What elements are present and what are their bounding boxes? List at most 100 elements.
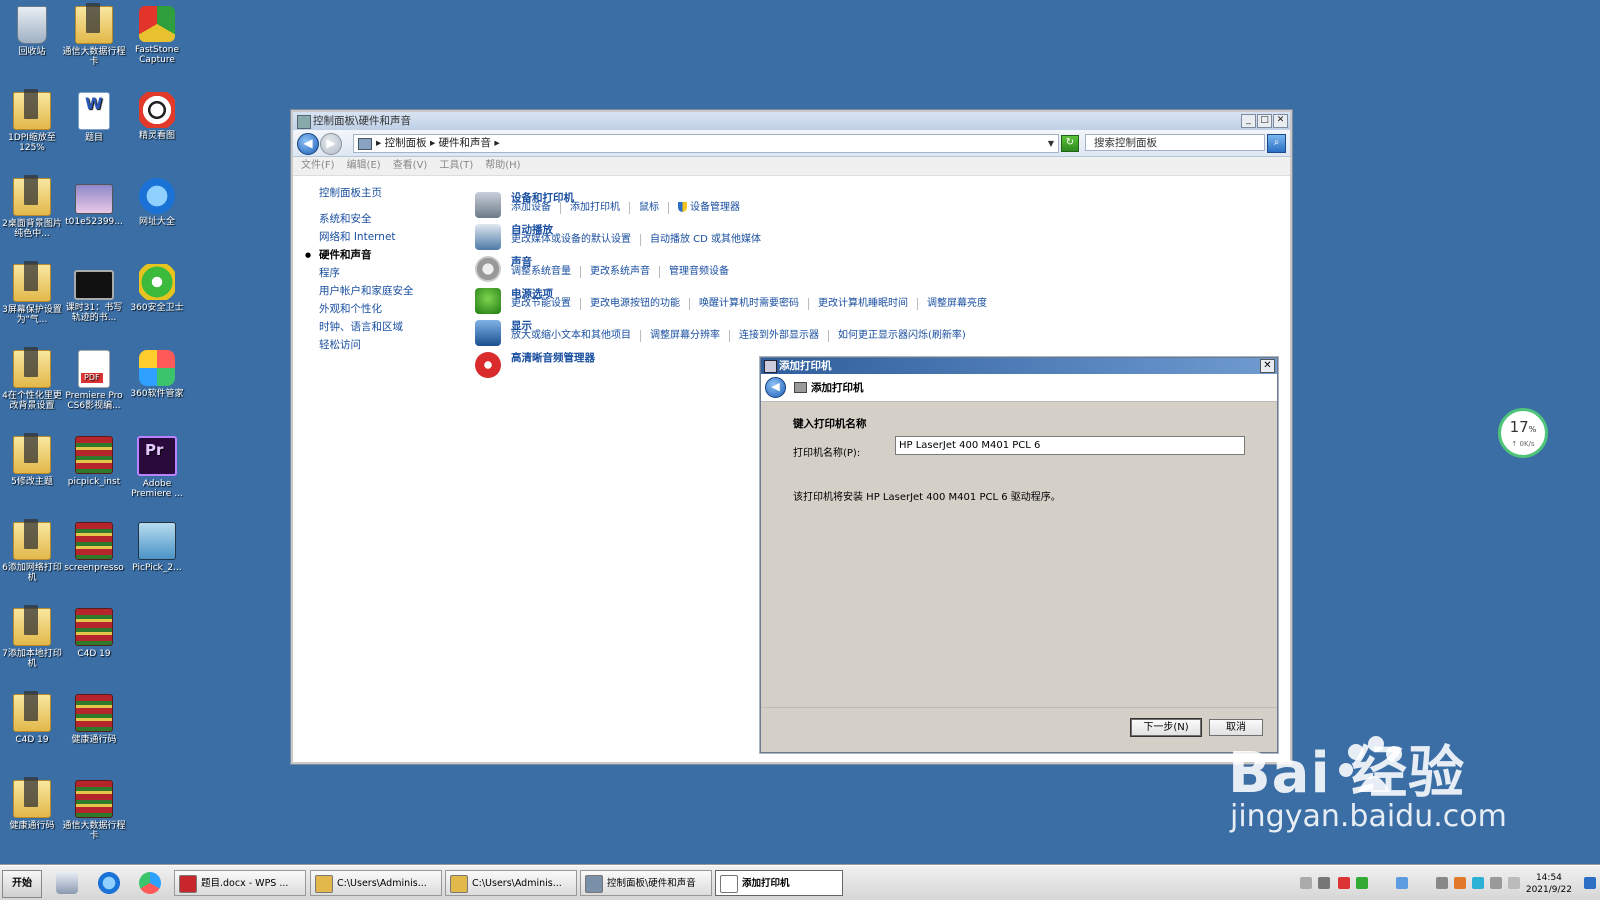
network-speed-widget[interactable]: 17% ↑ 0K/s (1498, 408, 1548, 458)
desktop-icon[interactable]: 3屏幕保护设置为"气... (0, 261, 64, 325)
category-link[interactable]: 更改电源按钮的功能 (590, 298, 690, 310)
desktop-icon[interactable]: 通信大数据行程卡 (62, 3, 126, 67)
next-button[interactable]: 下一步(N) (1130, 718, 1202, 737)
nav-link[interactable]: 外观和个性化 (319, 300, 469, 318)
nav-link[interactable]: 硬件和声音 (305, 246, 469, 264)
desktop-icon[interactable]: 健康通行码 (0, 777, 64, 831)
category-link[interactable]: 管理音频设备 (669, 266, 738, 278)
desktop-icon[interactable]: Adobe Premiere ... (125, 436, 189, 499)
alert-icon[interactable] (1338, 877, 1350, 889)
category-link[interactable]: 添加设备 (511, 202, 561, 214)
desktop-icon[interactable]: 网址大全 (125, 178, 189, 227)
browser-icon[interactable] (139, 872, 161, 894)
nav-link[interactable]: 轻松访问 (319, 336, 469, 354)
desktop-icon[interactable]: C4D 19 (0, 691, 64, 745)
desktop-icon[interactable]: screenpresso (62, 522, 126, 573)
desktop-icon[interactable]: 回收站 (0, 6, 64, 57)
notification-icon[interactable] (1584, 877, 1596, 889)
taskbar-task[interactable]: 添加打印机 (715, 870, 843, 896)
menu-item[interactable]: 帮助(H) (485, 157, 520, 175)
ie-icon[interactable] (98, 872, 120, 894)
power-icon[interactable] (475, 288, 501, 314)
nav-link[interactable]: 控制面板主页 (319, 184, 469, 202)
taskbar-task[interactable]: 控制面板\硬件和声音 (580, 870, 712, 896)
network-icon[interactable] (1472, 877, 1484, 889)
category-link[interactable]: 更改系统声音 (590, 266, 660, 278)
desktop-icon[interactable]: Premiere Pro CS6影视编... (62, 350, 126, 411)
category-link[interactable]: 添加打印机 (570, 202, 630, 214)
hd-audio-icon[interactable] (475, 352, 501, 378)
desktop-icon[interactable]: 7添加本地打印机 (0, 605, 64, 669)
category-link[interactable]: 如何更正显示器闪烁(刷新率) (838, 330, 975, 342)
app-tray-icon[interactable] (1396, 877, 1408, 889)
category-link[interactable]: 连接到外部显示器 (739, 330, 829, 342)
autoplay-icon[interactable] (475, 224, 501, 250)
display-icon[interactable] (475, 320, 501, 346)
category-link[interactable]: 更改节能设置 (511, 298, 581, 310)
help-icon[interactable] (1318, 877, 1330, 889)
refresh-button[interactable]: ↻ (1061, 135, 1079, 152)
category-link[interactable]: 鼠标 (639, 202, 669, 214)
menu-item[interactable]: 工具(T) (439, 157, 473, 175)
window-titlebar[interactable]: 控制面板\硬件和声音 _ □ ✕ (293, 112, 1290, 130)
desktop-icon[interactable]: 课时31：书写轨迹的书... (62, 264, 126, 323)
menu-item[interactable]: 查看(V) (393, 157, 428, 175)
nav-link[interactable]: 系统和安全 (319, 210, 469, 228)
printer-name-input[interactable] (895, 436, 1245, 455)
desktop-icon[interactable]: C4D 19 (62, 608, 126, 659)
maximize-button[interactable]: □ (1257, 114, 1272, 128)
nav-link[interactable]: 用户帐户和家庭安全 (319, 282, 469, 300)
taskbar-task[interactable]: C:\Users\Adminis... (310, 870, 442, 896)
desktop-icon[interactable]: 5修改主题 (0, 433, 64, 487)
security-icon[interactable] (1356, 877, 1368, 889)
desktop-icon[interactable]: PicPick_2... (125, 522, 189, 573)
nav-link[interactable]: 网络和 Internet (319, 228, 469, 246)
keyboard-icon[interactable] (1300, 877, 1312, 889)
minimize-button[interactable]: _ (1241, 114, 1256, 128)
desktop-icon[interactable]: 2桌面背景图片纯色中... (0, 175, 64, 239)
search-button[interactable]: ⌕ (1267, 134, 1286, 153)
start-button[interactable]: 开始 (2, 870, 42, 898)
desktop-icon[interactable]: 6添加网络打印机 (0, 519, 64, 583)
category-link[interactable]: 更改媒体或设备的默认设置 (511, 234, 641, 246)
taskbar-task[interactable]: 题目.docx - WPS ... (174, 870, 306, 896)
dialog-close-button[interactable]: ✕ (1260, 359, 1275, 373)
desktop-icon[interactable]: 360软件管家 (125, 350, 189, 399)
category-link[interactable]: 调整系统音量 (511, 266, 581, 278)
battery-icon[interactable] (1454, 877, 1466, 889)
menu-item[interactable]: 文件(F) (301, 157, 335, 175)
desktop-icon[interactable]: 健康通行码 (62, 694, 126, 745)
close-button[interactable]: ✕ (1273, 114, 1288, 128)
desktop-icon[interactable]: 题目 (62, 92, 126, 143)
category-link[interactable]: 自动播放 CD 或其他媒体 (650, 234, 770, 246)
desktop-icon[interactable]: 4在个性化里更改背景设置 (0, 347, 64, 411)
category-link[interactable]: 唤醒计算机时需要密码 (699, 298, 809, 310)
desktop-icon[interactable]: FastStone Capture (125, 6, 189, 65)
speaker-icon[interactable] (475, 256, 501, 282)
printer-icon[interactable] (475, 192, 501, 218)
volume-icon[interactable] (1508, 877, 1520, 889)
taskbar-task[interactable]: C:\Users\Adminis... (445, 870, 577, 896)
back-button[interactable]: ◀ (297, 133, 319, 155)
nav-link[interactable]: 时钟、语言和区域 (319, 318, 469, 336)
monitor-icon[interactable] (1490, 877, 1502, 889)
desktop-icon[interactable]: t01e52399... (62, 178, 126, 227)
desktop-icon[interactable]: picpick_inst (62, 436, 126, 487)
clock[interactable]: 14:54 2021/9/22 (1526, 872, 1572, 896)
dialog-back-button[interactable]: ◀ (765, 377, 786, 398)
desktop-icon[interactable]: 1DPI缩放至125% (0, 89, 64, 153)
forward-button[interactable]: ▶ (320, 133, 342, 155)
desktop-icon[interactable]: 精灵看图 (125, 92, 189, 141)
menu-item[interactable]: 编辑(E) (347, 157, 381, 175)
nav-link[interactable]: 程序 (319, 264, 469, 282)
address-bar[interactable]: ▸ 控制面板 ▸ 硬件和声音 ▸ ▼ (353, 134, 1059, 153)
show-desktop-icon[interactable] (56, 872, 78, 894)
search-input[interactable]: 搜索控制面板 (1085, 134, 1265, 151)
category-link[interactable]: 调整屏幕亮度 (927, 298, 996, 310)
category-link[interactable]: 更改计算机睡眠时间 (818, 298, 918, 310)
desktop-icon[interactable]: 通信大数据行程卡 (62, 780, 126, 841)
category-title[interactable]: 高清晰音频管理器 (511, 350, 595, 365)
printer-tray-icon[interactable] (1436, 877, 1448, 889)
desktop-icon[interactable]: 360安全卫士 (125, 264, 189, 313)
category-link[interactable]: 调整屏幕分辨率 (650, 330, 730, 342)
